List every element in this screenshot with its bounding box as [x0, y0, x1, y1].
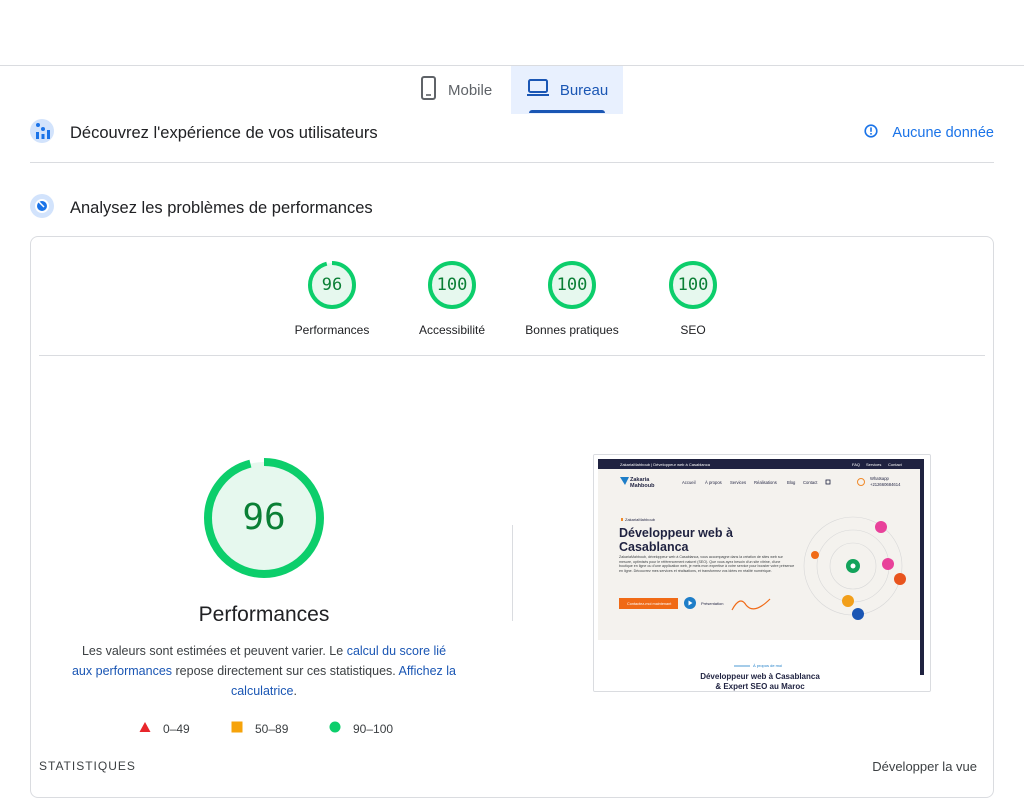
gauge-ring: 96 [306, 259, 358, 311]
description-text: repose directement sur ces statistiques. [172, 664, 399, 678]
performance-title: Performances [198, 603, 330, 626]
gauge-ring: 100 [546, 259, 598, 311]
crux-title: Découvrez l'expérience de vos utilisateu… [70, 123, 378, 142]
shot-play-label: Présentation [701, 601, 723, 606]
gauge-score: 100 [556, 275, 588, 295]
laptop-icon [526, 78, 550, 102]
gauge-performances[interactable]: 96 Performances [272, 259, 392, 337]
legend-label: 50–89 [255, 721, 289, 736]
gauge-label: Accessibilité [418, 323, 486, 337]
shot-hero-title: Casablanca [619, 540, 690, 554]
description-text: Les valeurs sont estimées et peuvent var… [81, 644, 347, 658]
shot-hero-title: Développeur web à [619, 526, 733, 540]
legend-item-fail: 0–49 [139, 721, 190, 736]
gauge-ring: 100 [667, 259, 719, 311]
gauge-label: Performances [294, 323, 370, 337]
shot-hero-text: ZakariaMahboub, développeur web à Casabl… [619, 555, 795, 573]
gauge-seo[interactable]: 100 SEO [633, 259, 753, 337]
shot-brand: Mahboub [630, 483, 655, 489]
legend-label: 0–49 [163, 721, 190, 736]
shot-nav: À propos [705, 480, 722, 485]
shot-nav: Accueil [682, 480, 696, 485]
expand-view-button[interactable]: Développer la vue [872, 759, 977, 774]
shot-section-title: & Expert SEO au Maroc [715, 682, 805, 691]
tab-bureau-label: Bureau [559, 81, 609, 99]
tab-mobile[interactable]: Mobile [412, 66, 518, 114]
circle-icon [329, 721, 341, 736]
legend-item-average: 50–89 [231, 721, 288, 736]
info-icon [864, 124, 879, 142]
shot-topbar-link: Services [866, 462, 881, 467]
shot-whatsapp-number: +212660684614 [870, 482, 901, 487]
legend-item-pass: 90–100 [329, 721, 393, 736]
shot-section-kicker: À propos de moi [753, 663, 782, 668]
no-data-label: Aucune donnée [892, 125, 994, 141]
tab-bureau[interactable]: Bureau [511, 66, 623, 114]
triangle-icon [139, 721, 151, 736]
users-chart-icon [30, 118, 54, 149]
shot-topbar-link: FAQ [852, 462, 860, 467]
performance-score: 96 [242, 497, 286, 538]
lighthouse-report-card: 96 Performances 100 Accessibilité 100 Bo… [30, 236, 994, 798]
smartphone-icon [420, 76, 438, 104]
gauge-score: 100 [677, 275, 709, 295]
shot-whatsapp-label: Whatsapp [870, 476, 890, 481]
shot-kicker: ZakariaMahboub [625, 517, 656, 522]
shot-section-title: Développeur web à Casablanca [700, 672, 820, 681]
crux-section-header: Découvrez l'expérience de vos utilisateu… [30, 118, 994, 148]
gauge-ring: 100 [426, 259, 478, 311]
shot-nav: Réalisations [754, 480, 777, 485]
statistics-heading: STATISTIQUES [39, 759, 136, 773]
gauge-label: SEO [680, 323, 706, 337]
shot-nav: Services [730, 480, 746, 485]
shot-topbar-link: Contact [888, 462, 903, 467]
vertical-divider [512, 525, 513, 621]
active-tab-indicator [529, 110, 605, 113]
gauge-bonnes-pratiques[interactable]: 100 Bonnes pratiques [512, 259, 632, 337]
device-tabs: Mobile Bureau [0, 66, 1024, 114]
card-divider [39, 355, 985, 356]
performance-description: Les valeurs sont estimées et peuvent var… [71, 641, 457, 701]
shot-cta: Contactez-moi maintenant [627, 602, 672, 606]
section-divider [30, 162, 994, 163]
lighthouse-icon [30, 193, 54, 224]
shot-nav: Contact [803, 480, 818, 485]
shot-topbar-text: ZakariaMahboub | Développeur web à Casab… [620, 462, 711, 467]
category-gauges: 96 Performances 100 Accessibilité 100 Bo… [31, 259, 993, 349]
description-text: . [293, 684, 297, 698]
gauge-label: Bonnes pratiques [525, 323, 619, 337]
tab-mobile-label: Mobile [448, 81, 493, 99]
gauge-score: 96 [321, 275, 343, 295]
shot-nav: Blog [787, 480, 796, 485]
performance-score-gauge: 96 [203, 457, 325, 579]
gauge-score: 100 [436, 275, 468, 295]
top-bar [0, 0, 1024, 66]
gauge-accessibilite[interactable]: 100 Accessibilité [392, 259, 512, 337]
legend-label: 90–100 [353, 721, 394, 736]
page-screenshot: ZakariaMahboub | Développeur web à Casab… [593, 454, 931, 692]
score-legend: 0–49 50–89 90–100 [139, 721, 439, 739]
lighthouse-title: Analysez les problèmes de performances [70, 198, 373, 217]
lighthouse-section-header: Analysez les problèmes de performances [30, 193, 994, 224]
square-icon [231, 721, 243, 736]
no-data-link[interactable]: Aucune donnée [864, 118, 994, 148]
